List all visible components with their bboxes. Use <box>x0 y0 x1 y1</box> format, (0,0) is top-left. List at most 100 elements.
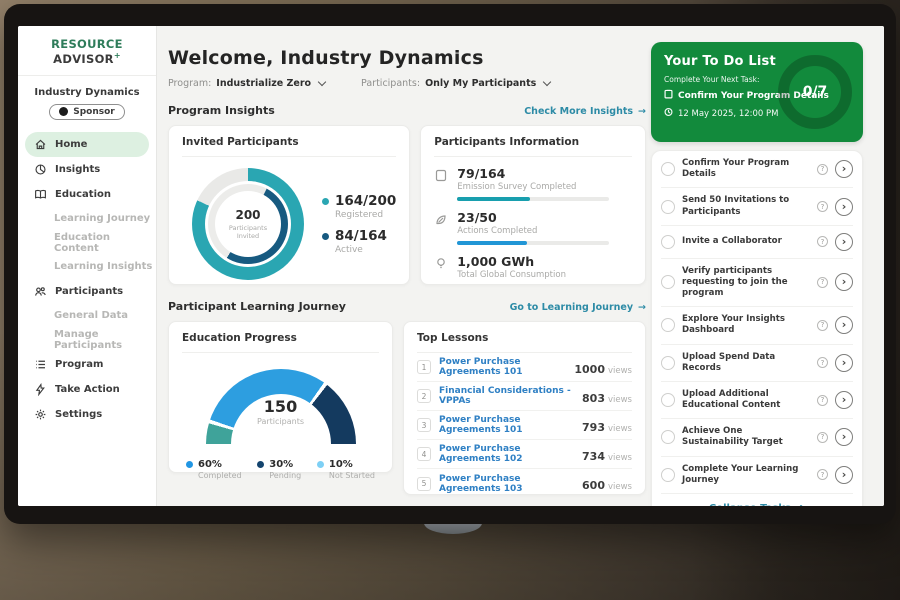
app-logo: RESOURCE ADVISOR+ <box>18 37 156 76</box>
actions-completed-stat: 23/50 Actions Completed <box>434 210 632 245</box>
clipboard-icon <box>664 89 673 102</box>
lesson-link[interactable]: Power Purchase Agreements 102 <box>439 444 574 464</box>
task-checkbox[interactable] <box>661 318 675 332</box>
pending-label: Pending <box>269 471 301 480</box>
sidebar-item-participants[interactable]: Participants <box>18 279 156 304</box>
check-more-insights-link[interactable]: Check More Insights → <box>524 106 646 117</box>
chevron-right-icon[interactable]: › <box>835 428 853 446</box>
todo-summary-card: Your To Do List Complete Your Next Task:… <box>651 42 863 142</box>
insights-icon <box>33 162 47 176</box>
active-value: 84/164 <box>335 228 387 244</box>
task-row-upload-educational-content[interactable]: Upload Additional Educational Content ? … <box>661 382 853 419</box>
sidebar-item-take-action[interactable]: Take Action <box>18 377 156 402</box>
task-checkbox[interactable] <box>661 235 675 249</box>
chevron-right-icon[interactable]: › <box>835 160 853 178</box>
registered-dot-icon <box>322 198 329 205</box>
chevron-right-icon[interactable]: › <box>835 466 853 484</box>
help-icon[interactable]: ? <box>817 277 828 288</box>
education-progress-card: Education Progress 150 Participants <box>168 321 393 473</box>
sidebar-item-settings[interactable]: Settings <box>18 402 156 427</box>
not-started-label: Not Started <box>329 471 375 480</box>
task-checkbox[interactable] <box>661 275 675 289</box>
task-checkbox[interactable] <box>661 393 675 407</box>
participants-information-title: Participants Information <box>434 136 632 157</box>
help-icon[interactable]: ? <box>817 469 828 480</box>
main-column: Welcome, Industry Dynamics Program: Indu… <box>168 26 646 506</box>
sidebar-item-education[interactable]: Education <box>18 182 156 207</box>
sidebar-item-learning-journey[interactable]: Learning Journey <box>18 207 156 231</box>
invited-participants-donut-chart: 200 ParticipantsInvited <box>192 168 304 280</box>
sidebar-item-home[interactable]: Home <box>25 132 149 157</box>
dashboard-screen: RESOURCE ADVISOR+ Industry Dynamics Spon… <box>18 26 884 506</box>
emission-survey-value: 79/164 <box>457 166 609 181</box>
collapse-tasks-link[interactable]: Collapse Tasks ∧ <box>661 494 853 506</box>
completed-pct: 60% <box>198 459 222 470</box>
lesson-views: 803 <box>582 392 605 405</box>
lesson-row: 3 Power Purchase Agreements 101 793views <box>417 411 632 440</box>
task-checkbox[interactable] <box>661 162 675 176</box>
sidebar-item-program[interactable]: Program <box>18 352 156 377</box>
lesson-views-label: views <box>608 424 632 434</box>
sidebar-item-education-content[interactable]: Education Content <box>18 231 156 255</box>
chevron-right-icon[interactable]: › <box>835 354 853 372</box>
legend-not-started: 10% Not Started <box>317 459 375 480</box>
lesson-link[interactable]: Power Purchase Agreements 101 <box>439 415 574 435</box>
task-checkbox[interactable] <box>661 468 675 482</box>
sidebar-item-label: Program <box>55 359 103 370</box>
sidebar-item-learning-insights[interactable]: Learning Insights <box>18 255 156 279</box>
pending-dot-icon <box>257 461 264 468</box>
lesson-link[interactable]: Financial Considerations - VPPAs <box>439 386 574 406</box>
sidebar-item-manage-participants[interactable]: Manage Participants <box>18 328 156 352</box>
help-icon[interactable]: ? <box>817 201 828 212</box>
task-row-confirm-program[interactable]: Confirm Your Program Details ? › <box>661 151 853 188</box>
logo-resource: RESOURCE <box>51 37 123 51</box>
task-row-upload-spend-data[interactable]: Upload Spend Data Records ? › <box>661 345 853 382</box>
go-to-learning-journey-link[interactable]: Go to Learning Journey → <box>510 302 646 313</box>
sidebar-item-label: Home <box>55 139 87 150</box>
task-row-send-invitations[interactable]: Send 50 Invitations to Participants ? › <box>661 188 853 225</box>
task-label: Upload Additional Educational Content <box>682 389 810 411</box>
task-checkbox[interactable] <box>661 430 675 444</box>
task-row-explore-insights[interactable]: Explore Your Insights Dashboard ? › <box>661 307 853 344</box>
gauge-center-value: 150 <box>206 397 356 416</box>
sidebar-item-general-data[interactable]: General Data <box>18 304 156 328</box>
task-row-achieve-target[interactable]: Achieve One Sustainability Target ? › <box>661 419 853 456</box>
help-icon[interactable]: ? <box>817 395 828 406</box>
hand-action-icon <box>33 382 47 396</box>
help-icon[interactable]: ? <box>817 357 828 368</box>
task-label: Send 50 Invitations to Participants <box>682 195 810 217</box>
sponsor-badge-label: Sponsor <box>73 107 115 117</box>
chevron-right-icon[interactable]: › <box>835 233 853 251</box>
help-icon[interactable]: ? <box>817 320 828 331</box>
task-checkbox[interactable] <box>661 200 675 214</box>
help-icon[interactable]: ? <box>817 432 828 443</box>
sidebar-item-insights[interactable]: Insights <box>18 157 156 182</box>
arrow-right-icon: → <box>638 106 646 117</box>
lesson-link[interactable]: Power Purchase Agreements 101 <box>439 357 566 377</box>
task-label: Explore Your Insights Dashboard <box>682 314 810 336</box>
chevron-right-icon[interactable]: › <box>835 391 853 409</box>
chevron-right-icon[interactable]: › <box>835 198 853 216</box>
task-label: Upload Spend Data Records <box>682 352 810 374</box>
program-filter[interactable]: Program: Industrialize Zero <box>168 78 325 89</box>
task-row-verify-participants[interactable]: Verify participants requesting to join t… <box>661 259 853 308</box>
participants-information-card: Participants Information 79/164 Emission… <box>420 125 646 285</box>
people-icon <box>33 284 47 298</box>
sidebar: RESOURCE ADVISOR+ Industry Dynamics Spon… <box>18 26 157 506</box>
task-label: Verify participants requesting to join t… <box>682 266 810 300</box>
chevron-right-icon[interactable]: › <box>835 273 853 291</box>
participants-filter[interactable]: Participants: Only My Participants <box>361 78 550 89</box>
help-icon[interactable]: ? <box>817 164 828 175</box>
lesson-rank: 3 <box>417 418 431 432</box>
emission-survey-progressbar <box>457 197 609 201</box>
bulb-icon <box>434 257 448 270</box>
task-row-complete-learning-journey[interactable]: Complete Your Learning Journey ? › <box>661 457 853 494</box>
task-checkbox[interactable] <box>661 356 675 370</box>
emission-survey-label: Emission Survey Completed <box>457 182 609 192</box>
help-icon[interactable]: ? <box>817 236 828 247</box>
participants-filter-value: Only My Participants <box>425 78 536 89</box>
chevron-right-icon[interactable]: › <box>835 316 853 334</box>
lesson-link[interactable]: Power Purchase Agreements 103 <box>439 474 574 494</box>
task-row-invite-collaborator[interactable]: Invite a Collaborator ? › <box>661 226 853 259</box>
invited-participants-title: Invited Participants <box>182 136 396 157</box>
